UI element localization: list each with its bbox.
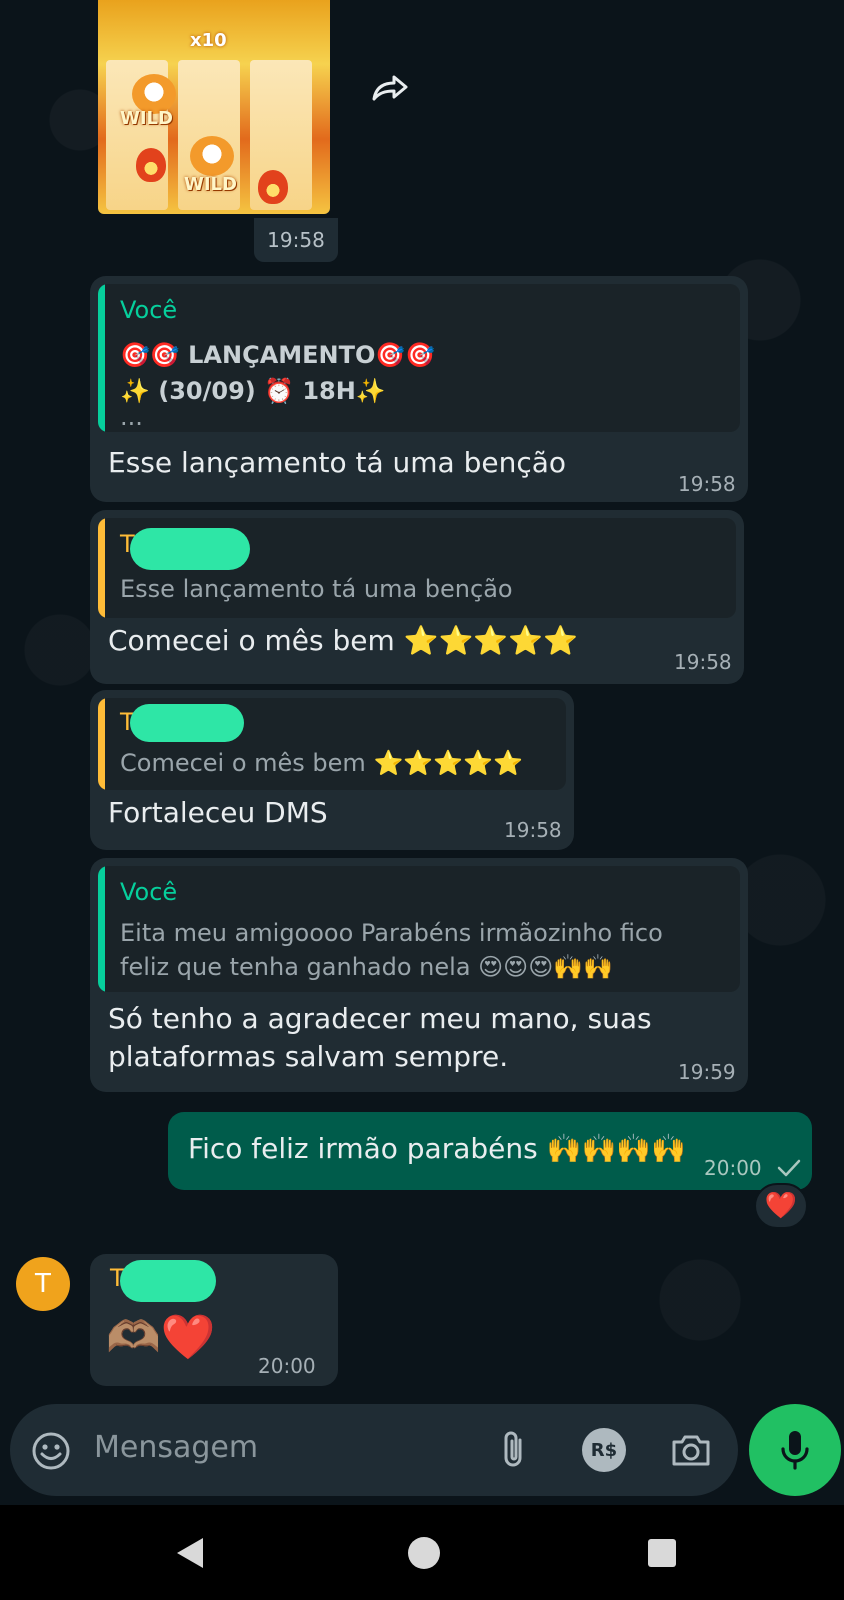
- quote-text: Eita meu amigoooo Parabéns irmãozinho fi…: [120, 919, 663, 947]
- attach-icon: [504, 1431, 522, 1467]
- fire-symbol: [136, 148, 166, 182]
- payment-icon: R$: [590, 1439, 618, 1461]
- message-time: 19:58: [678, 472, 736, 496]
- quoted-message[interactable]: Você 🎯🎯 LANÇAMENTO🎯🎯 ✨ (30/09) ⏰ 18H✨ ..…: [98, 284, 740, 432]
- quoted-message[interactable]: Você Eita meu amigoooo Parabéns irmãozin…: [98, 866, 740, 992]
- wild-label: WILD: [120, 108, 173, 129]
- home-button[interactable]: [404, 1533, 444, 1573]
- quote-ellipsis: ...: [120, 403, 143, 431]
- quote-text: ✨ (30/09) ⏰ 18H✨: [120, 377, 386, 405]
- message-time: 20:00: [258, 1354, 316, 1378]
- attach-button[interactable]: [494, 1428, 534, 1472]
- media-image[interactable]: WILD WILD x10: [98, 0, 330, 214]
- redaction-mark: [130, 704, 244, 742]
- emoji-icon: [32, 1432, 70, 1470]
- message-time: 19:58: [504, 818, 562, 842]
- forward-icon: [372, 75, 408, 101]
- camera-button[interactable]: [668, 1428, 714, 1472]
- message-text: Fico feliz irmão parabéns 🙌🙌🙌🙌: [188, 1132, 687, 1165]
- message-input[interactable]: Mensagem: [94, 1430, 258, 1465]
- avatar[interactable]: T: [16, 1257, 70, 1311]
- back-icon: [177, 1538, 203, 1568]
- voice-message-button[interactable]: [749, 1404, 841, 1496]
- quote-text: feliz que tenha ganhado nela 😍😍😍🙌🙌: [120, 953, 613, 981]
- tiger-symbol: [190, 136, 234, 176]
- message-bubble[interactable]: Você Eita meu amigoooo Parabéns irmãozin…: [90, 858, 748, 1092]
- wild-label: WILD: [184, 174, 237, 195]
- quote-text: Comecei o mês bem ⭐⭐⭐⭐⭐: [120, 749, 523, 777]
- system-navigation-bar: [0, 1505, 844, 1600]
- recents-button[interactable]: [642, 1533, 682, 1573]
- message-text: Só tenho a agradecer meu mano, suas: [108, 1002, 652, 1035]
- quote-text: Esse lançamento tá uma benção: [120, 575, 513, 603]
- quote-bar: [98, 518, 105, 618]
- quote-bar: [98, 698, 105, 790]
- outgoing-message-bubble[interactable]: Fico feliz irmão parabéns 🙌🙌🙌🙌 20:00: [168, 1112, 812, 1190]
- home-icon: [408, 1537, 440, 1569]
- single-check-icon: [777, 1159, 801, 1177]
- quote-sender: Você: [120, 878, 178, 906]
- emoji-button[interactable]: [30, 1430, 72, 1472]
- quote-sender: Você: [120, 296, 178, 324]
- message-text: Fortaleceu DMS: [108, 796, 328, 829]
- quote-text: 🎯🎯 LANÇAMENTO🎯🎯: [120, 341, 436, 369]
- mic-icon: [781, 1431, 809, 1470]
- forward-button[interactable]: [365, 62, 417, 114]
- quote-bar: [98, 866, 105, 992]
- media-timestamp: 19:58: [254, 218, 338, 262]
- message-text: plataformas salvam sempre.: [108, 1040, 509, 1073]
- message-text: 🫶🏽❤️: [106, 1312, 216, 1363]
- recents-icon: [648, 1539, 676, 1567]
- message-time: 20:00: [704, 1156, 762, 1180]
- redaction-mark: [120, 1260, 216, 1302]
- message-text: Comecei o mês bem ⭐⭐⭐⭐⭐: [108, 624, 578, 657]
- camera-icon: [672, 1435, 710, 1466]
- quote-bar: [98, 284, 105, 432]
- payment-button[interactable]: R$: [582, 1428, 626, 1472]
- message-time: 19:59: [678, 1060, 736, 1084]
- redaction-mark: [130, 528, 250, 570]
- message-bubble[interactable]: Th Esse lançamento tá uma benção Comecei…: [90, 510, 744, 684]
- message-bubble[interactable]: Th Comecei o mês bem ⭐⭐⭐⭐⭐ Fortaleceu DM…: [90, 690, 574, 850]
- fire-symbol: [258, 170, 288, 204]
- message-bubble[interactable]: Você 🎯🎯 LANÇAMENTO🎯🎯 ✨ (30/09) ⏰ 18H✨ ..…: [90, 276, 748, 502]
- message-reaction[interactable]: ❤️: [754, 1183, 808, 1229]
- message-text: Esse lançamento tá uma benção: [108, 446, 567, 479]
- message-time: 19:58: [674, 650, 732, 674]
- message-bubble[interactable]: T 🫶🏽❤️ 20:00: [90, 1254, 338, 1386]
- multiplier-label: x10: [190, 30, 227, 51]
- back-button[interactable]: [170, 1533, 210, 1573]
- message-composer[interactable]: Mensagem R$: [10, 1404, 738, 1496]
